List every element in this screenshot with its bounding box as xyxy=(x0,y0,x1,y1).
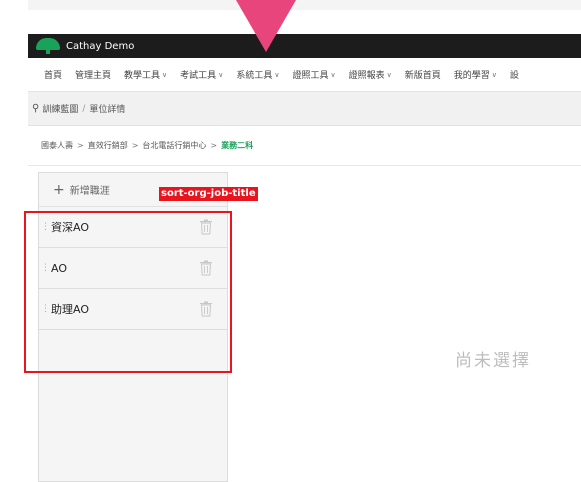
nav-item-label: 考試工具 xyxy=(180,71,217,81)
chevron-down-icon: ∨ xyxy=(274,70,280,79)
location-pin-icon: ⚲ xyxy=(32,103,40,114)
nav-item[interactable]: 證照工具 ∨ xyxy=(292,68,336,82)
breadcrumb: ⚲ 訓練藍圖 / 單位詳情 xyxy=(28,92,581,126)
nav-item-label: 證照報表 xyxy=(348,71,385,81)
nav-item[interactable]: 設 xyxy=(510,68,519,81)
org-path-item[interactable]: 直效行銷部 xyxy=(88,140,128,151)
nav-item-label: 管理主頁 xyxy=(75,71,112,81)
brand-bar: Cathay Demo xyxy=(28,34,581,58)
nav-item-label: 首頁 xyxy=(44,71,63,81)
org-path: 國泰人壽 > 直效行銷部 > 台北電話行銷中心 > 業務二科 xyxy=(28,126,581,166)
chevron-down-icon: ∨ xyxy=(218,70,224,79)
main-nav: 首頁 管理主頁 教學工具 ∨ 考試工具 ∨ 系統工具 ∨ 證照工具 ∨ 證照報表 ∨ 新版首頁 我的學習 ∨… xyxy=(28,58,581,92)
nav-item[interactable]: 教學工具 ∨ xyxy=(124,68,168,82)
nav-item[interactable]: 證照報表 ∨ xyxy=(348,68,392,82)
pointer-arrow-icon xyxy=(236,0,296,52)
chevron-down-icon: ∨ xyxy=(162,70,168,79)
tree-logo-icon[interactable] xyxy=(36,38,60,54)
breadcrumb-section[interactable]: 訓練藍圖 xyxy=(42,102,78,115)
org-path-item[interactable]: 國泰人壽 xyxy=(41,140,73,151)
brand-name[interactable]: Cathay Demo xyxy=(66,41,134,52)
org-path-separator: > xyxy=(210,141,218,150)
nav-item-label: 系統工具 xyxy=(236,71,273,81)
breadcrumb-separator: / xyxy=(82,103,86,114)
org-path-separator: > xyxy=(131,141,139,150)
sort-highlight-box xyxy=(24,211,232,373)
nav-item[interactable]: 考試工具 ∨ xyxy=(180,68,224,82)
plus-icon: + xyxy=(53,181,65,198)
nav-item-label: 證照工具 xyxy=(292,71,329,81)
chevron-down-icon: ∨ xyxy=(491,70,497,79)
nav-item-label: 教學工具 xyxy=(124,71,161,81)
chevron-down-icon: ∨ xyxy=(386,70,392,79)
org-path-separator: > xyxy=(77,141,84,150)
chevron-down-icon: ∨ xyxy=(330,70,336,79)
nav-item[interactable]: 管理主頁 xyxy=(75,68,111,81)
top-strip-inner xyxy=(28,0,581,10)
breadcrumb-page: 單位詳情 xyxy=(89,105,126,115)
sort-highlight-label: sort-org-job-title xyxy=(159,187,258,201)
empty-state-text: 尚未選擇 xyxy=(455,351,531,371)
add-career-label: 新增職涯 xyxy=(69,186,110,197)
nav-item-label: 設 xyxy=(509,71,519,81)
nav-item-label: 新版首頁 xyxy=(404,71,441,81)
nav-item[interactable]: 我的學習 ∨ xyxy=(453,68,497,82)
nav-item[interactable]: 新版首頁 xyxy=(405,68,441,81)
nav-item[interactable]: 系統工具 ∨ xyxy=(236,68,280,82)
org-path-current: 業務二科 xyxy=(221,141,254,150)
nav-item[interactable]: 首頁 xyxy=(44,68,62,81)
nav-item-label: 我的學習 xyxy=(453,71,490,81)
org-path-item[interactable]: 台北電話行銷中心 xyxy=(142,140,206,151)
